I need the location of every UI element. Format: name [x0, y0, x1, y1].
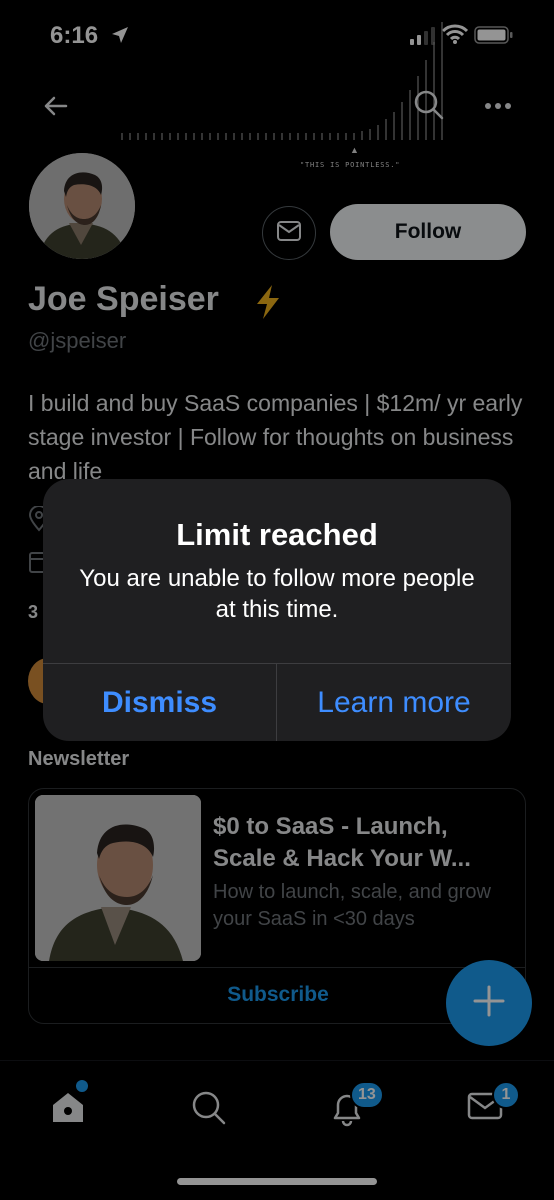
dismiss-button[interactable]: Dismiss [43, 664, 276, 741]
envelope-icon [276, 220, 302, 247]
battery-icon [474, 26, 514, 49]
message-button[interactable] [262, 206, 316, 260]
newsletter-heading: Newsletter [28, 748, 130, 770]
following-count[interactable]: 3 [28, 602, 38, 623]
home-indicator[interactable] [177, 1178, 377, 1185]
compose-button[interactable] [446, 960, 532, 1046]
profile-bio: I build and buy SaaS companies | $12m/ y… [28, 390, 523, 484]
learn-more-button[interactable]: Learn more [277, 664, 511, 741]
newsletter-divider [29, 967, 525, 968]
more-icon[interactable] [484, 98, 512, 116]
avatar[interactable] [26, 150, 138, 262]
limit-reached-alert: Limit reached You are unable to follow m… [43, 479, 511, 741]
newsletter-image [35, 795, 201, 961]
alert-message: You are unable to follow more people at … [79, 565, 475, 623]
follow-button[interactable]: Follow [330, 204, 526, 260]
search-icon[interactable] [412, 88, 446, 127]
banner-caption: "THIS IS POINTLESS." [300, 161, 401, 169]
messages-badge: 1 [492, 1081, 520, 1109]
header-banner [121, 22, 443, 140]
alert-title: Limit reached [176, 517, 378, 552]
status-time: 6:16 [50, 22, 99, 49]
notifications-badge: 13 [350, 1081, 384, 1109]
plus-icon [471, 983, 507, 1024]
home-new-indicator [76, 1080, 88, 1092]
search-tab-icon[interactable] [190, 1089, 228, 1132]
profile-name: Joe Speiser [28, 280, 219, 318]
lightning-bolt-icon [252, 284, 284, 325]
newsletter-title: $0 to SaaS - Launch, Scale & Hack Your W… [213, 813, 471, 872]
banner-pointer: ▲ [350, 145, 359, 155]
profile-handle: @jspeiser [28, 328, 127, 353]
home-icon[interactable] [50, 1089, 86, 1130]
back-arrow-icon[interactable] [40, 90, 72, 127]
newsletter-description: How to launch, scale, and grow your SaaS… [213, 881, 491, 930]
